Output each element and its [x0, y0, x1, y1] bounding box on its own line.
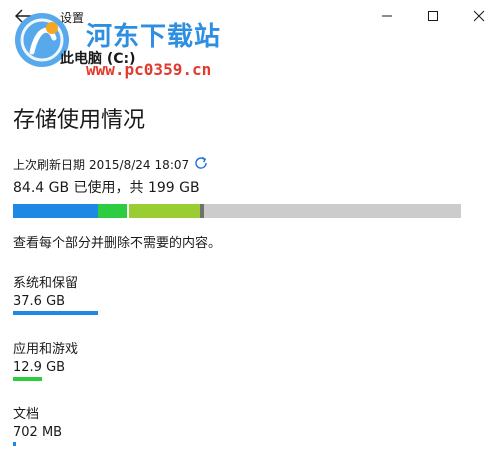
refresh-time: 18:07 — [154, 158, 190, 172]
refresh-icon[interactable] — [193, 155, 209, 171]
category-system-reserved[interactable]: 系统和保留 37.6 GB — [13, 272, 98, 315]
category-size: 37.6 GB — [13, 294, 66, 309]
category-bar — [13, 442, 16, 446]
storage-segment-3 — [129, 204, 200, 218]
category-name: 系统和保留 — [13, 276, 79, 291]
usage-summary: 84.4 GB 已使用，共 199 GB — [13, 180, 200, 196]
category-documents[interactable]: 文档 702 MB — [13, 403, 62, 446]
storage-segment-0 — [13, 204, 98, 218]
minimize-icon — [382, 15, 392, 17]
minimize-button[interactable] — [364, 0, 410, 32]
last-refresh-text: 上次刷新日期 2015/8/24 18:07 — [13, 156, 193, 173]
category-bar — [13, 311, 98, 315]
category-name: 文档 — [13, 407, 40, 422]
drive-name: 此电脑 (C:) — [60, 51, 136, 67]
refresh-label: 上次刷新日期 — [13, 158, 86, 172]
storage-usage-bar — [13, 204, 461, 218]
category-size: 12.9 GB — [13, 360, 66, 375]
maximize-button[interactable] — [410, 0, 456, 32]
hint-text: 查看每个部分并删除不需要的内容。 — [13, 236, 222, 251]
maximize-icon — [428, 11, 438, 21]
category-apps-games[interactable]: 应用和游戏 12.9 GB — [13, 338, 78, 381]
category-bar — [13, 377, 42, 381]
storage-segment-1 — [98, 204, 127, 218]
storage-segment-4 — [200, 204, 204, 218]
page-title: 存储使用情况 — [13, 108, 146, 133]
close-button[interactable] — [456, 0, 502, 32]
category-name: 应用和游戏 — [13, 342, 79, 357]
refresh-date: 2015/8/24 — [89, 158, 151, 172]
category-size: 702 MB — [13, 425, 63, 440]
close-icon — [473, 10, 485, 22]
title-bar: 设置 — [0, 0, 502, 32]
